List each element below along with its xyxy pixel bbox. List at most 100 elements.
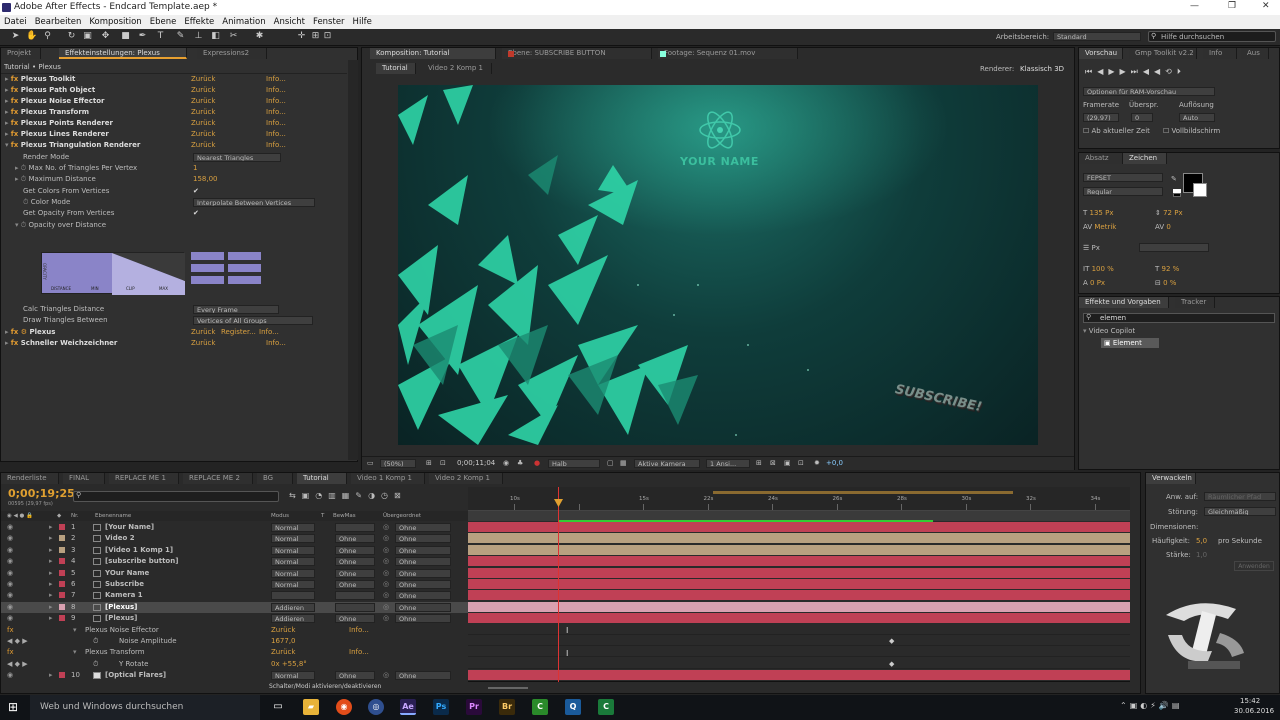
visibility-icon[interactable]: ◉	[7, 533, 13, 544]
tab-effects-presets[interactable]: Effekte und Vorgaben	[1079, 297, 1169, 308]
expand-icon[interactable]: ▸	[49, 556, 53, 567]
layer-duration-bar[interactable]	[468, 556, 1130, 567]
effect-name[interactable]: Plexus Path Object	[21, 86, 95, 94]
pickwhip-icon[interactable]: ◎	[383, 556, 389, 567]
pickwhip-icon[interactable]: ◎	[383, 568, 389, 579]
visibility-icon[interactable]: ◉	[7, 613, 13, 624]
table-row[interactable]: ◉ ▸ 4 [subscribe button] Normal Ohne ◎ O…	[1, 556, 468, 567]
property-name[interactable]: Plexus Noise Effector	[85, 625, 159, 636]
parent-select[interactable]: Ohne	[395, 602, 451, 612]
tab-gmp[interactable]: Gmp Toolkit v2.2	[1129, 48, 1197, 59]
parent-select[interactable]: Ohne	[395, 534, 451, 544]
grid-icon[interactable]: ⊞	[426, 459, 432, 467]
blend-mode-select[interactable]: Normal	[271, 557, 315, 567]
pickwhip-icon[interactable]: ◎	[383, 602, 389, 613]
premiere-icon[interactable]: Pr	[466, 699, 482, 715]
stroke-color-swatch[interactable]	[1193, 183, 1207, 197]
blend-mode-select[interactable]: Normal	[271, 534, 315, 544]
tab-composition[interactable]: Komposition: Tutorial	[370, 48, 496, 59]
reset-link[interactable]: Zurück	[271, 625, 295, 636]
table-row[interactable]: ◉ ▸ 7 Kamera 1 ◎ Ohne	[1, 590, 468, 601]
layer-name[interactable]: [Plexus]	[105, 602, 137, 613]
roi-icon[interactable]: ▢	[607, 459, 614, 467]
font-style-select[interactable]: Regular	[1083, 187, 1163, 196]
renderer-value[interactable]: Klassisch 3D	[1020, 65, 1064, 73]
keyframe[interactable]: ◆	[889, 660, 894, 668]
info-link[interactable]: Info...	[266, 107, 286, 118]
timeline-scrollbar[interactable]	[1130, 511, 1140, 681]
track-matte-select[interactable]: Ohne	[335, 534, 375, 544]
work-area-bar[interactable]	[558, 520, 933, 522]
curve-preset[interactable]	[228, 252, 261, 260]
reset-link[interactable]: Zurück	[191, 96, 215, 107]
visibility-icon[interactable]: ◉	[7, 556, 13, 567]
effects-search-input[interactable]: elemen	[1083, 313, 1275, 323]
ram-preview-options[interactable]: Optionen für RAM-Vorschau	[1083, 87, 1215, 96]
effect-name[interactable]: Plexus Toolkit	[21, 75, 76, 83]
label-swatch[interactable]	[59, 558, 65, 565]
minimize-button[interactable]: —	[1190, 1, 1199, 11]
current-time[interactable]: 0;00;11;04	[457, 459, 495, 467]
menu-bearbeiten[interactable]: Bearbeiten	[35, 15, 82, 29]
table-row[interactable]: ◉ ▸ 8 [Plexus] Addieren ◎ Ohne	[1, 601, 468, 613]
pickwhip-icon[interactable]: ◎	[383, 613, 389, 624]
table-row[interactable]: ◉ ▸ 9 [Plexus] Addieren Ohne ◎ Ohne	[1, 613, 468, 624]
effect-name[interactable]: Schneller Weichzeichner	[21, 339, 118, 347]
table-row[interactable]: ◉ ▸ 2 Video 2 Normal Ohne ◎ Ohne	[1, 533, 468, 544]
playhead[interactable]	[558, 487, 559, 682]
visibility-icon[interactable]: ◉	[7, 670, 13, 681]
fast-preview-icon[interactable]: ⊠	[770, 459, 776, 467]
blend-mode-select[interactable]: Normal	[271, 580, 315, 589]
tracking-value[interactable]: 0	[1166, 223, 1170, 231]
blend-mode-select[interactable]	[271, 591, 315, 601]
info-link[interactable]: Info...	[266, 118, 286, 129]
flowchart-icon[interactable]: ⊡	[798, 459, 804, 467]
expand-icon[interactable]: ▸	[49, 590, 53, 601]
zoom-select[interactable]: (50%)	[380, 459, 416, 468]
curve-preset[interactable]	[191, 252, 224, 260]
start-windows-icon[interactable]: ⊞	[8, 700, 22, 714]
info-link[interactable]: Info...	[349, 625, 369, 636]
track-matte-select[interactable]	[335, 523, 375, 532]
layer-name[interactable]: [Your Name]	[105, 522, 154, 533]
parent-select[interactable]: Ohne	[395, 580, 451, 589]
calc-select[interactable]: Every Frame	[193, 305, 279, 314]
baseline-value[interactable]: 0 Px	[1090, 279, 1105, 287]
tab-expressions[interactable]: Expressions2	[197, 48, 267, 59]
tab-bg[interactable]: BG	[257, 473, 293, 484]
info-link[interactable]: Info...	[259, 327, 279, 338]
exposure-icon[interactable]: ✹	[814, 459, 820, 467]
effect-item[interactable]: Element	[1113, 339, 1142, 347]
reset-link[interactable]: Zurück	[191, 129, 215, 140]
label-swatch[interactable]	[59, 672, 65, 679]
mag-value[interactable]: 1,0	[1196, 551, 1207, 559]
info-link[interactable]: Info...	[266, 85, 286, 96]
label-swatch[interactable]	[59, 615, 65, 622]
expand-icon[interactable]: ▾	[73, 647, 77, 658]
tab-render-queue[interactable]: Renderliste	[1, 473, 59, 484]
expand-icon[interactable]: ▸	[49, 670, 53, 681]
font-size-value[interactable]: 135 Px	[1090, 209, 1114, 217]
track-matte-select[interactable]: Ohne	[335, 580, 375, 589]
freq-value[interactable]: 5,0	[1196, 537, 1207, 545]
tsume-value[interactable]: 0 %	[1163, 279, 1176, 287]
pen-tool-icon[interactable]: ✒	[137, 31, 148, 42]
effect-name[interactable]: Plexus Transform	[21, 108, 89, 116]
checkbox[interactable]: ☐	[1163, 127, 1172, 135]
reset-link[interactable]: Zurück	[191, 107, 215, 118]
label-swatch[interactable]	[59, 581, 65, 587]
table-row[interactable]: ◉ ▸ 5 YOur Name Normal Ohne ◎ Ohne	[1, 568, 468, 579]
bridge-icon[interactable]: Br	[499, 699, 515, 715]
param-value[interactable]: 1	[193, 163, 197, 174]
table-row[interactable]: ◉ ▸ 10 [Optical Flares] Normal Ohne ◎ Oh…	[1, 670, 468, 681]
timecode[interactable]: 0;00;19;25	[8, 487, 75, 500]
label-swatch[interactable]	[59, 535, 65, 542]
kerning-value[interactable]: Metrik	[1094, 223, 1116, 231]
reset-link[interactable]: Zurück	[191, 74, 215, 85]
photoshop-icon[interactable]: Ps	[433, 699, 449, 715]
info-link[interactable]: Info...	[266, 129, 286, 140]
label-swatch[interactable]	[59, 603, 65, 610]
track-matte-select[interactable]: Ohne	[335, 557, 375, 567]
menu-animation[interactable]: Animation	[222, 15, 265, 29]
mask-tool-icon[interactable]: ■	[120, 31, 131, 42]
